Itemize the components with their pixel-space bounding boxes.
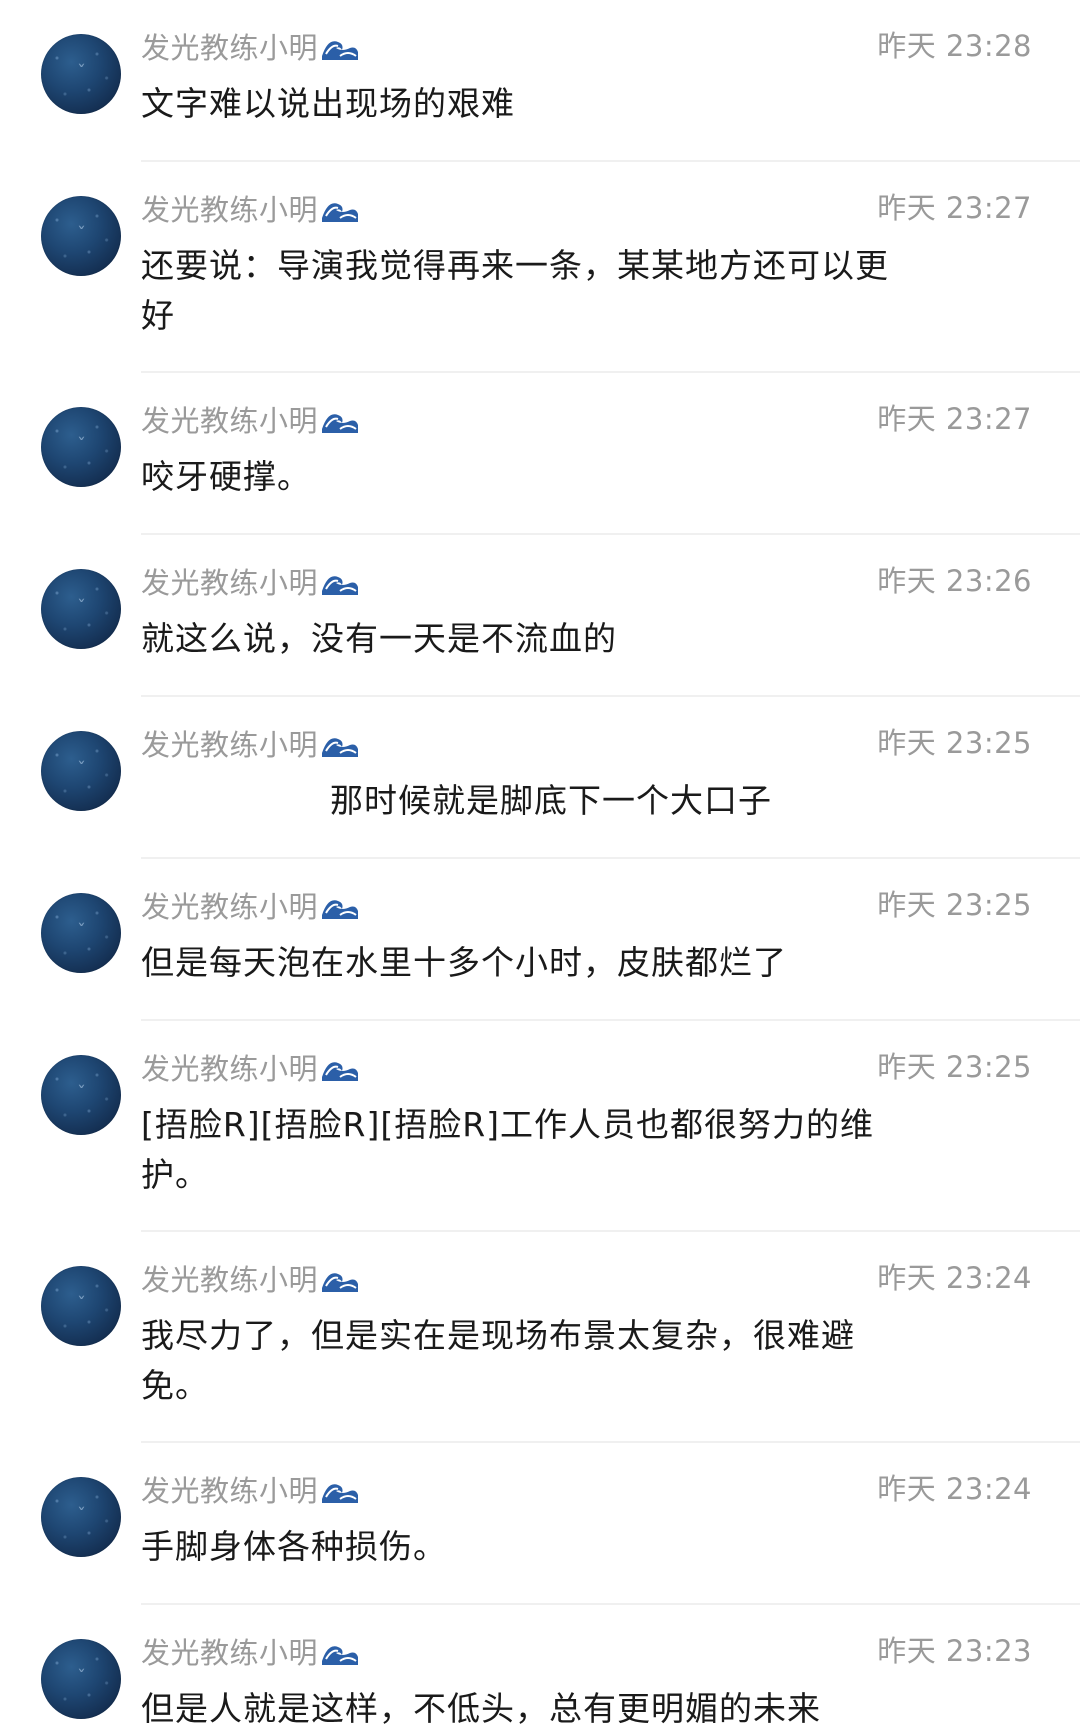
author-row: 发光教练小明 — [141, 1469, 360, 1509]
timestamp: 昨天 23:25 — [877, 726, 1032, 760]
author-name[interactable]: 发光教练小明 — [141, 1046, 318, 1088]
author-name[interactable]: 发光教练小明 — [141, 884, 318, 926]
avatar-icon[interactable]: ˇ — [41, 407, 121, 487]
list-item[interactable]: ˇ 发光教练小明 昨天 23:28 文字难以说出现场的艰难 — [0, 0, 1080, 162]
list-item[interactable]: ˇ 发光教练小明 昨天 23:25 但是每天泡在水里十多个小时，皮肤都烂了 — [0, 859, 1080, 1021]
author-row: 发光教练小明 — [141, 188, 360, 228]
list-item[interactable]: ˇ 发光教练小明 昨天 23:25 那时候就是脚底下一个大口子 — [0, 697, 1080, 859]
list-item[interactable]: ˇ 发光教练小明 昨天 23:24 手脚身体各种损伤。 — [0, 1443, 1080, 1605]
message-text: 文字难以说出现场的艰难 — [141, 84, 515, 123]
list-item[interactable]: ˇ 发光教练小明 昨天 23:27 咬牙硬撑。 — [0, 373, 1080, 535]
message-text: 还要说：导演我觉得再来一条，某某地方还可以更好 — [141, 246, 889, 335]
author-name[interactable]: 发光教练小明 — [141, 187, 318, 229]
avatar-icon[interactable]: ˇ — [41, 731, 121, 811]
wave-icon — [322, 738, 359, 757]
message-text: 就这么说，没有一天是不流血的 — [141, 619, 617, 658]
author-name[interactable]: 发光教练小明 — [141, 722, 318, 764]
author-name[interactable]: 发光教练小明 — [141, 1257, 318, 1299]
timestamp: 昨天 23:26 — [877, 564, 1032, 598]
wave-icon — [322, 1273, 359, 1292]
wave-icon — [322, 1062, 359, 1081]
list-item[interactable]: ˇ 发光教练小明 昨天 23:24 我尽力了，但是实在是现场布景太复杂，很难避免… — [0, 1232, 1080, 1443]
author-name[interactable]: 发光教练小明 — [141, 398, 318, 440]
author-row: 发光教练小明 — [141, 399, 360, 439]
avatar-icon[interactable]: ˇ — [41, 893, 121, 973]
wave-icon — [322, 900, 359, 919]
avatar-icon[interactable]: ˇ — [41, 1055, 121, 1135]
message-text: [捂脸R][捂脸R][捂脸R]工作人员也都很努力的维护。 — [141, 1105, 875, 1194]
message-text: 但是每天泡在水里十多个小时，皮肤都烂了 — [141, 943, 787, 982]
timestamp: 昨天 23:24 — [877, 1261, 1032, 1295]
author-name[interactable]: 发光教练小明 — [141, 1468, 318, 1510]
timestamp: 昨天 23:27 — [877, 191, 1032, 225]
author-row: 发光教练小明 — [141, 1631, 360, 1671]
list-item[interactable]: ˇ 发光教练小明 昨天 23:25 [捂脸R][捂脸R][捂脸R]工作人员也都很… — [0, 1021, 1080, 1232]
author-row: 发光教练小明 — [141, 885, 360, 925]
timestamp: 昨天 23:28 — [877, 29, 1032, 63]
timestamp: 昨天 23:25 — [877, 1050, 1032, 1084]
avatar-icon[interactable]: ˇ — [41, 569, 121, 649]
message-feed: ˇ 发光教练小明 昨天 23:28 文字难以说出现场的艰难 ˇ 发光教练小明 昨… — [0, 0, 1080, 1728]
author-row: 发光教练小明 — [141, 723, 360, 763]
wave-icon — [322, 41, 359, 60]
author-row: 发光教练小明 — [141, 1258, 360, 1298]
message-text: 咬牙硬撑。 — [141, 457, 311, 496]
avatar-icon[interactable]: ˇ — [41, 1639, 121, 1719]
timestamp: 昨天 23:24 — [877, 1472, 1032, 1506]
message-text: 但是人就是这样，不低头，总有更明媚的未来 — [141, 1689, 821, 1728]
wave-icon — [322, 576, 359, 595]
list-item[interactable]: ˇ 发光教练小明 昨天 23:27 还要说：导演我觉得再来一条，某某地方还可以更… — [0, 162, 1080, 373]
author-row: 发光教练小明 — [141, 1047, 360, 1087]
avatar-icon[interactable]: ˇ — [41, 34, 121, 114]
timestamp: 昨天 23:23 — [877, 1634, 1032, 1668]
timestamp: 昨天 23:27 — [877, 402, 1032, 436]
avatar-icon[interactable]: ˇ — [41, 1266, 121, 1346]
timestamp: 昨天 23:25 — [877, 888, 1032, 922]
list-item[interactable]: ˇ 发光教练小明 昨天 23:23 但是人就是这样，不低头，总有更明媚的未来 — [0, 1605, 1080, 1728]
avatar-icon[interactable]: ˇ — [41, 196, 121, 276]
author-name[interactable]: 发光教练小明 — [141, 560, 318, 602]
author-name[interactable]: 发光教练小明 — [141, 1630, 318, 1672]
message-text: 那时候就是脚底下一个大口子 — [330, 781, 772, 820]
author-row: 发光教练小明 — [141, 26, 360, 66]
avatar-icon[interactable]: ˇ — [41, 1477, 121, 1557]
message-text: 我尽力了，但是实在是现场布景太复杂，很难避免。 — [141, 1316, 855, 1405]
author-name[interactable]: 发光教练小明 — [141, 25, 318, 67]
list-item[interactable]: ˇ 发光教练小明 昨天 23:26 就这么说，没有一天是不流血的 — [0, 535, 1080, 697]
wave-icon — [322, 1646, 359, 1665]
wave-icon — [322, 203, 359, 222]
wave-icon — [322, 1484, 359, 1503]
message-text: 手脚身体各种损伤。 — [141, 1527, 447, 1566]
author-row: 发光教练小明 — [141, 561, 360, 601]
wave-icon — [322, 414, 359, 433]
